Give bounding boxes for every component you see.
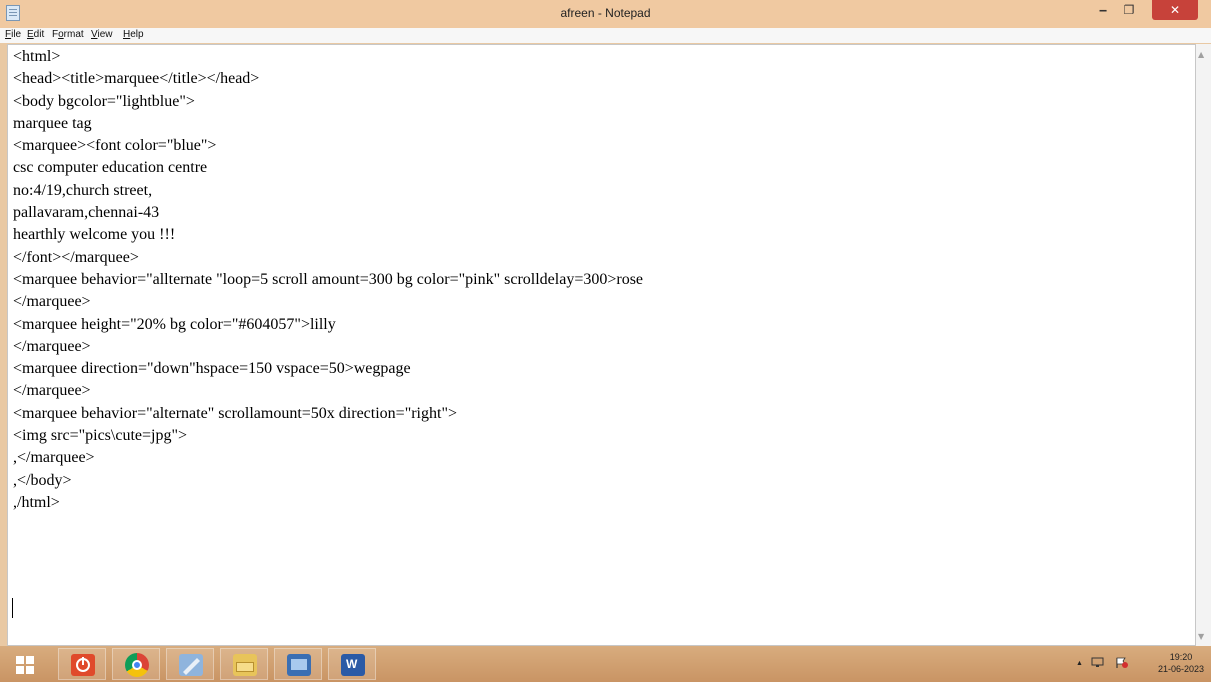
chrome-center-icon	[132, 660, 142, 670]
menu-help-label: elp	[130, 29, 144, 40]
taskbar-file-explorer[interactable]	[220, 648, 268, 680]
clock-date: 21-06-2023	[1157, 664, 1205, 674]
vertical-scrollbar[interactable]: ▲ ▼	[1196, 44, 1211, 646]
word-letter-icon: W	[346, 657, 358, 671]
taskbar-notepad[interactable]	[166, 648, 214, 680]
windows-logo-icon	[26, 666, 34, 674]
editor-content[interactable]: <html> <head><title>marquee</title></hea…	[13, 46, 643, 514]
menu-format-label: rmat	[63, 29, 84, 40]
text-caret	[12, 598, 13, 618]
power-app-icon	[71, 654, 95, 676]
window-title: afreen - Notepad	[560, 6, 651, 20]
power-symbol-icon	[76, 657, 90, 672]
taskbar-chrome[interactable]	[112, 648, 160, 680]
menu-help[interactable]: Help	[123, 29, 144, 40]
menu-view[interactable]: View	[91, 29, 113, 40]
notepad-icon	[179, 654, 203, 676]
maximize-button[interactable]: ❐	[1116, 0, 1142, 20]
menu-file-label: ile	[11, 29, 22, 40]
folder-icon	[236, 662, 254, 672]
taskbar-clock[interactable]: 19:20 21-06-2023	[1156, 651, 1206, 675]
taskbar: W ▲	[0, 646, 1211, 682]
text-editor[interactable]: <html> <head><title>marquee</title></hea…	[7, 44, 1196, 646]
windows-logo-icon	[26, 656, 34, 664]
menu-bar: File Edit Format View Help	[0, 28, 1211, 43]
pen-icon	[183, 658, 200, 675]
flag-icon	[1116, 657, 1128, 668]
windows-logo-icon	[16, 666, 24, 674]
scroll-up-icon[interactable]: ▲	[1198, 50, 1204, 59]
menu-edit-label: dit	[33, 29, 45, 40]
file-explorer-icon	[233, 654, 257, 676]
menu-edit-accel: E	[27, 29, 34, 40]
menu-edit[interactable]: Edit	[27, 29, 44, 40]
media-app-icon	[287, 654, 311, 676]
close-button[interactable]: ✕	[1152, 0, 1198, 20]
minimize-button[interactable]: ‒	[1090, 0, 1116, 20]
clock-time: 19:20	[1169, 652, 1193, 662]
menu-format[interactable]: Format	[52, 29, 84, 40]
taskbar-word[interactable]: W	[328, 648, 376, 680]
action-center-flag-icon[interactable]	[1115, 657, 1129, 669]
start-button[interactable]	[16, 656, 34, 674]
taskbar-power-app[interactable]	[58, 648, 106, 680]
chrome-icon	[125, 653, 149, 677]
title-bar: afreen - Notepad ‒ ❐ ✕	[0, 0, 1211, 28]
show-hidden-icons-button[interactable]: ▲	[1076, 660, 1083, 667]
screen-icon	[291, 659, 307, 670]
taskbar-media-app[interactable]	[274, 648, 322, 680]
scroll-down-icon[interactable]: ▼	[1198, 632, 1204, 641]
word-icon: W	[341, 654, 365, 676]
menu-file[interactable]: File	[5, 29, 21, 40]
menu-view-label: iew	[97, 29, 113, 40]
windows-logo-icon	[16, 656, 24, 664]
network-icon[interactable]	[1091, 657, 1104, 668]
network-monitor-icon	[1091, 657, 1104, 667]
